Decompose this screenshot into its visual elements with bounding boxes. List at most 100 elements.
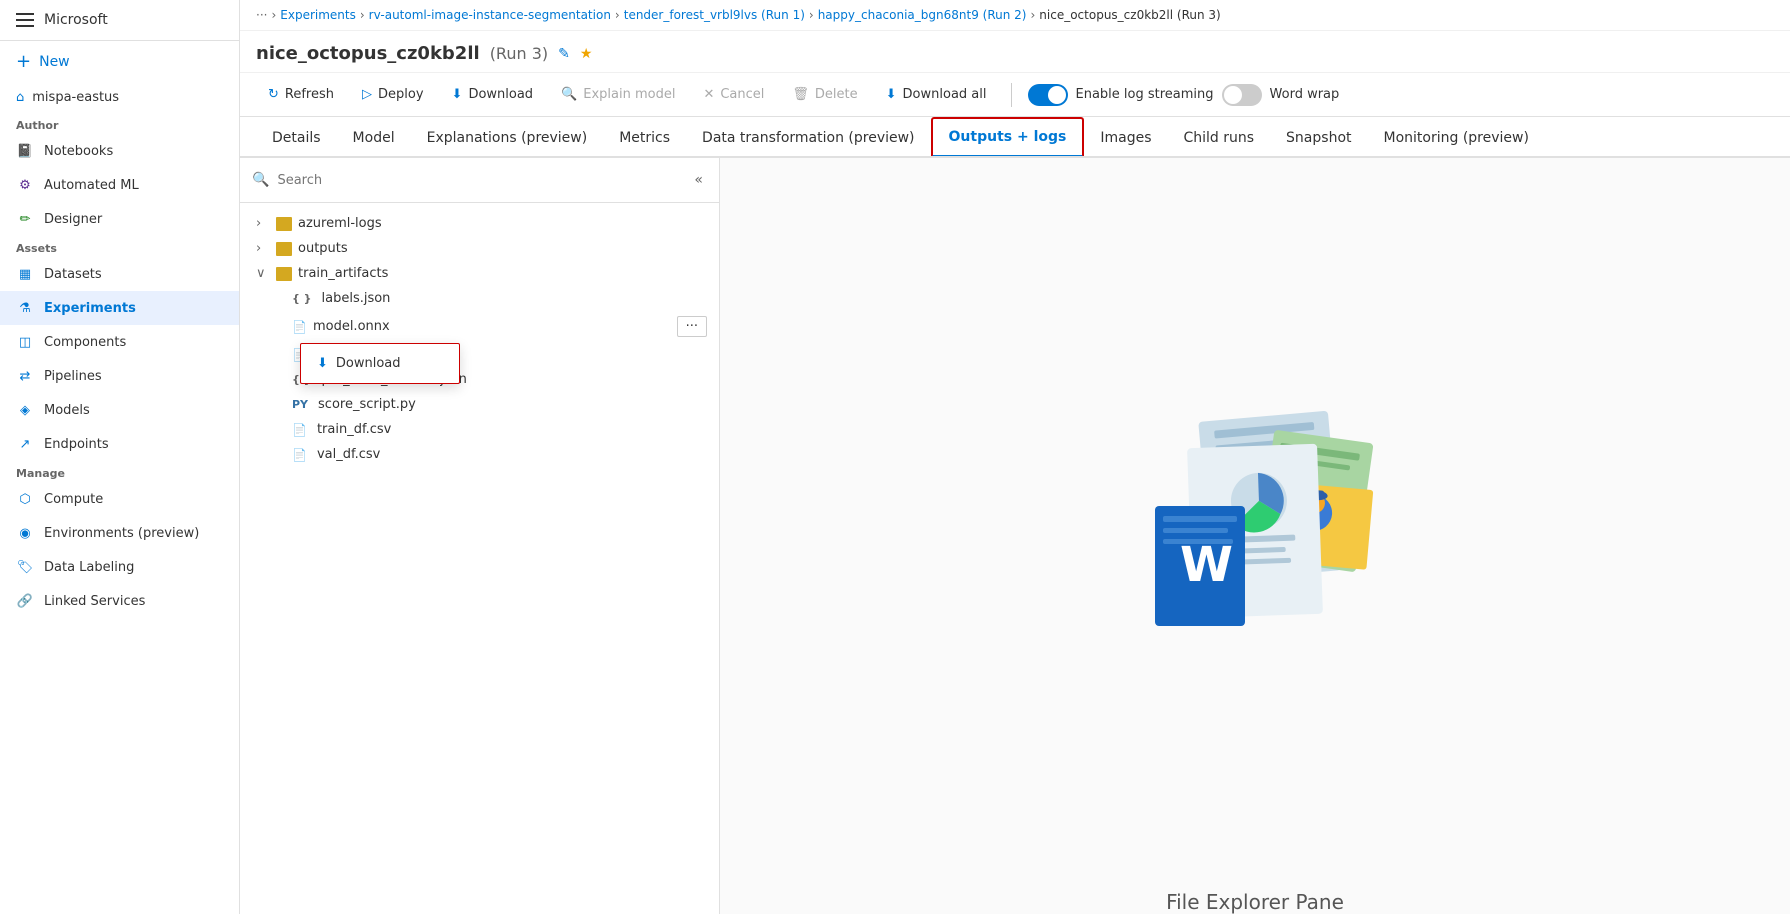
- designer-icon: ✏: [16, 210, 34, 228]
- tab-child-runs[interactable]: Child runs: [1167, 120, 1270, 158]
- sidebar-item-pipelines[interactable]: ⇄ Pipelines: [0, 359, 239, 393]
- workspace-selector[interactable]: ⌂ mispa-eastus: [0, 82, 239, 113]
- tree-item-model-onnx[interactable]: 📄 model.onnx ···: [240, 311, 719, 342]
- tab-outputs-logs[interactable]: Outputs + logs: [931, 117, 1085, 158]
- sidebar-item-notebooks[interactable]: 📓 Notebooks: [0, 134, 239, 168]
- sidebar-item-designer[interactable]: ✏ Designer: [0, 202, 239, 236]
- tab-explanations[interactable]: Explanations (preview): [411, 120, 604, 158]
- sidebar-item-experiments[interactable]: ⚗ Experiments: [0, 291, 239, 325]
- tree-item-val-df[interactable]: 📄 val_df.csv: [240, 442, 719, 467]
- tree-item-label: azureml-logs: [298, 216, 382, 231]
- download-all-button[interactable]: ⬇ Download all: [874, 81, 999, 108]
- tree-item-score-script[interactable]: PY score_script.py: [240, 392, 719, 417]
- edit-icon[interactable]: ✎: [558, 46, 570, 62]
- tree-item-label: score_script.py: [318, 397, 416, 412]
- star-icon[interactable]: ★: [580, 46, 593, 62]
- delete-button[interactable]: 🗑 Delete: [780, 81, 869, 108]
- tab-metrics[interactable]: Metrics: [603, 120, 686, 158]
- explain-icon: 🔍: [561, 87, 577, 102]
- sidebar-item-environments[interactable]: ◉ Environments (preview): [0, 516, 239, 550]
- tree-item-label: outputs: [298, 241, 348, 256]
- compute-icon: ⬡: [16, 490, 34, 508]
- sidebar-brand: Microsoft: [44, 12, 108, 28]
- manage-section-label: Manage: [0, 461, 239, 482]
- sidebar-item-endpoints[interactable]: ↗ Endpoints: [0, 427, 239, 461]
- search-icon: 🔍: [252, 172, 269, 188]
- environments-icon: ◉: [16, 524, 34, 542]
- title-bar: nice_octopus_cz0kb2ll (Run 3) ✎ ★: [240, 31, 1790, 73]
- tree-item-train-artifacts[interactable]: ∨ train_artifacts: [240, 261, 719, 286]
- tab-details[interactable]: Details: [256, 120, 337, 158]
- tab-data-transformation[interactable]: Data transformation (preview): [686, 120, 930, 158]
- toolbar: ↻ Refresh ▷ Deploy ⬇ Download 🔍 Explain …: [240, 73, 1790, 117]
- sidebar-item-label: Environments (preview): [44, 526, 199, 541]
- sidebar-item-models[interactable]: ◈ Models: [0, 393, 239, 427]
- folder-icon: [276, 242, 292, 256]
- context-menu-download-label: Download: [336, 356, 401, 371]
- plus-icon: +: [16, 51, 31, 72]
- tree-item-azureml-logs[interactable]: › azureml-logs: [240, 211, 719, 236]
- toolbar-divider: [1011, 83, 1012, 107]
- tree-item-labels-json[interactable]: { } labels.json: [240, 286, 719, 311]
- tree-item-outputs[interactable]: › outputs: [240, 236, 719, 261]
- sidebar-item-label: Compute: [44, 492, 103, 507]
- run-title: nice_octopus_cz0kb2ll: [256, 43, 480, 64]
- folder-icon: [276, 217, 292, 231]
- deploy-button[interactable]: ▷ Deploy: [350, 81, 436, 108]
- sidebar-item-data-labeling[interactable]: 🏷 Data Labeling: [0, 550, 239, 584]
- breadcrumb-dots[interactable]: ···: [256, 8, 267, 22]
- breadcrumb-run1[interactable]: tender_forest_vrbl9lvs (Run 1): [624, 8, 805, 22]
- tree-item-label: labels.json: [322, 291, 391, 306]
- model-onnx-more-button[interactable]: ···: [677, 316, 707, 337]
- sidebar-item-label: Experiments: [44, 301, 136, 316]
- author-section-label: Author: [0, 113, 239, 134]
- refresh-button[interactable]: ↻ Refresh: [256, 81, 346, 108]
- sidebar-item-automated-ml[interactable]: ⚙ Automated ML: [0, 168, 239, 202]
- sidebar-item-datasets[interactable]: ▦ Datasets: [0, 257, 239, 291]
- breadcrumb-experiment-name[interactable]: rv-automl-image-instance-segmentation: [369, 8, 611, 22]
- content-area: 🔍 « › azureml-logs › outputs: [240, 158, 1790, 914]
- sidebar-item-label: Datasets: [44, 267, 102, 282]
- download-icon: ⬇: [452, 87, 463, 102]
- sidebar-item-label: Notebooks: [44, 144, 113, 159]
- sidebar-item-label: Endpoints: [44, 437, 109, 452]
- tree-item-train-df[interactable]: 📄 train_df.csv: [240, 417, 719, 442]
- svg-text:W: W: [1180, 537, 1233, 593]
- file-search-input[interactable]: [277, 173, 682, 188]
- word-wrap-toggle-group: Word wrap: [1222, 84, 1340, 106]
- sidebar-item-label: Automated ML: [44, 178, 139, 193]
- sidebar-item-components[interactable]: ◫ Components: [0, 325, 239, 359]
- context-menu-download[interactable]: ⬇ Download: [301, 348, 459, 379]
- context-menu: ⬇ Download: [300, 343, 460, 384]
- collapse-panel-button[interactable]: «: [690, 168, 707, 192]
- models-icon: ◈: [16, 401, 34, 419]
- file-tree: › azureml-logs › outputs ∨ train_artifac…: [240, 203, 719, 914]
- hamburger-icon[interactable]: [16, 13, 34, 27]
- sidebar-item-linked-services[interactable]: 🔗 Linked Services: [0, 584, 239, 618]
- download-all-label: Download all: [903, 87, 987, 102]
- py-file-icon: PY: [292, 398, 308, 411]
- tree-item-label: train_artifacts: [298, 266, 388, 281]
- tab-monitoring[interactable]: Monitoring (preview): [1368, 120, 1545, 158]
- linked-icon: 🔗: [16, 592, 34, 610]
- explain-model-button[interactable]: 🔍 Explain model: [549, 81, 687, 108]
- tab-model[interactable]: Model: [337, 120, 411, 158]
- tab-snapshot[interactable]: Snapshot: [1270, 120, 1367, 158]
- tree-item-label: train_df.csv: [317, 422, 391, 437]
- chevron-down-icon: ∨: [256, 266, 270, 281]
- sidebar-item-label: Models: [44, 403, 90, 418]
- download-icon: ⬇: [317, 356, 328, 371]
- breadcrumb-experiments[interactable]: Experiments: [280, 8, 356, 22]
- chevron-right-icon: ›: [256, 216, 270, 231]
- cancel-button[interactable]: ✕ Cancel: [691, 81, 776, 108]
- csv-file-icon: 📄: [292, 423, 307, 437]
- sidebar-item-compute[interactable]: ⬡ Compute: [0, 482, 239, 516]
- download-label: Download: [468, 87, 533, 102]
- log-streaming-toggle[interactable]: [1028, 84, 1068, 106]
- download-button[interactable]: ⬇ Download: [440, 81, 546, 108]
- new-button[interactable]: + New: [0, 41, 239, 82]
- word-wrap-toggle[interactable]: [1222, 84, 1262, 106]
- breadcrumb-run2[interactable]: happy_chaconia_bgn68nt9 (Run 2): [818, 8, 1027, 22]
- tab-images[interactable]: Images: [1084, 120, 1167, 158]
- sidebar-item-label: Data Labeling: [44, 560, 134, 575]
